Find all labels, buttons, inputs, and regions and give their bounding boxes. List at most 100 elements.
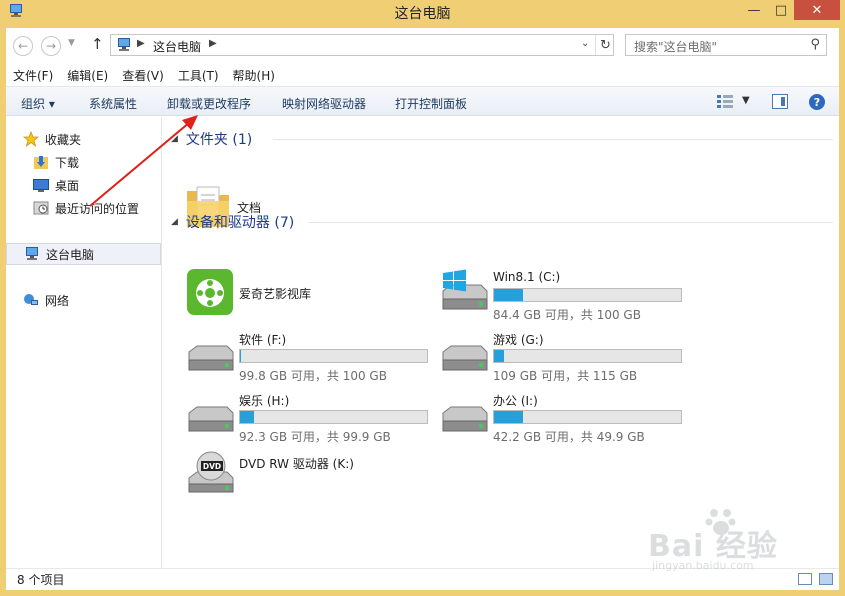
hard-drive-icon [188, 345, 234, 371]
chevron-right-icon[interactable]: ▶ [209, 38, 217, 49]
item-name: 娱乐 (H:) [239, 394, 290, 408]
nav-label: 这台电脑 [46, 247, 95, 262]
watermark-url: jingyan.baidu.com [652, 559, 754, 572]
capacity-bar [239, 410, 428, 424]
hard-drive-icon [442, 345, 488, 371]
recent-locations-chevron-icon[interactable]: ▼ [68, 38, 75, 48]
nav-label: 下载 [55, 155, 80, 170]
system-properties-button[interactable]: 系统属性 [89, 95, 137, 112]
item-name: 爱奇艺影视库 [239, 287, 312, 301]
chevron-down-icon[interactable]: ▼ [742, 95, 750, 106]
item-name: 软件 (F:) [239, 333, 287, 347]
item-name: 办公 (I:) [493, 394, 538, 408]
forward-button[interactable]: → [41, 36, 61, 56]
free-space-text: 109 GB 可用，共 115 GB [493, 369, 638, 383]
nav-item-recent-places[interactable]: 最近访问的位置 [6, 197, 161, 219]
up-arrow-icon[interactable]: ↑ [91, 35, 104, 53]
open-control-panel-button[interactable]: 打开控制面板 [395, 95, 467, 112]
capacity-fill [494, 289, 524, 301]
nav-label: 收藏夹 [45, 132, 82, 147]
minimize-button[interactable]: — [740, 0, 768, 20]
nav-item-network[interactable]: 网络 [6, 289, 161, 311]
breadcrumb-this-pc[interactable]: 这台电脑 [153, 38, 201, 55]
item-name: 游戏 (G:) [493, 333, 544, 347]
windows-drive-icon [442, 269, 488, 310]
group-header-folders[interactable]: ◢ 文件夹 (1) [171, 129, 252, 149]
arrow-left-icon: ← [17, 39, 29, 53]
map-network-drive-button[interactable]: 映射网络驱动器 [282, 95, 366, 112]
star-icon [23, 131, 39, 147]
organize-button[interactable]: 组织 ▾ [21, 95, 55, 112]
navigation-pane: 收藏夹 下载 桌面 最近访问的位置 这台电脑 网络 [6, 117, 162, 568]
large-icons-view-icon[interactable] [819, 573, 833, 585]
desktop-icon [33, 179, 49, 192]
computer-icon [118, 38, 130, 51]
help-icon[interactable]: ? [809, 94, 825, 110]
chevron-right-icon[interactable]: ▶ [137, 38, 145, 49]
address-bar[interactable]: ▶ 这台电脑 ▶ ⌄ ↻ [110, 34, 614, 56]
baidu-watermark: Bai 经验 jingyan.baidu.com [648, 505, 808, 575]
group-header-devices[interactable]: ◢ 设备和驱动器 (7) [171, 212, 294, 232]
window-title: 这台电脑 [394, 6, 451, 22]
menu-view[interactable]: 查看(V) [122, 67, 164, 84]
download-folder-icon [34, 156, 48, 169]
back-button[interactable]: ← [13, 36, 33, 56]
command-bar: 组织 ▾ 系统属性 卸载或更改程序 映射网络驱动器 打开控制面板 ▼ ? [6, 86, 839, 116]
uninstall-program-button[interactable]: 卸载或更改程序 [167, 95, 251, 112]
iqiyi-app-icon [187, 269, 233, 315]
device-tile-f-drive[interactable]: 软件 (F:) 99.8 GB 可用，共 100 GB [185, 328, 435, 383]
dvd-drive-icon: DVD [188, 451, 234, 493]
nav-label: 最近访问的位置 [55, 201, 140, 216]
hard-drive-icon [188, 406, 234, 432]
device-tile-h-drive[interactable]: 娱乐 (H:) 92.3 GB 可用，共 99.9 GB [185, 389, 435, 444]
free-space-text: 42.2 GB 可用，共 49.9 GB [493, 430, 645, 444]
nav-label: 桌面 [55, 178, 80, 193]
close-button[interactable]: ✕ [794, 0, 840, 20]
content-pane: ◢ 文件夹 (1) 文档 ◢ 设备和驱动器 (7) 爱奇艺影视库 Win8.1 … [163, 117, 839, 568]
search-placeholder: 搜索"这台电脑" [634, 40, 718, 54]
group-title: 文件夹 (1) [185, 132, 253, 148]
divider [309, 222, 833, 223]
free-space-text: 99.8 GB 可用，共 100 GB [239, 369, 387, 383]
nav-item-favorites[interactable]: 收藏夹 [6, 128, 161, 150]
device-tile-iqiyi[interactable]: 爱奇艺影视库 [185, 267, 385, 319]
menu-file[interactable]: 文件(F) [13, 67, 53, 84]
view-options-icon[interactable] [717, 95, 733, 109]
menu-tools[interactable]: 工具(T) [178, 67, 219, 84]
nav-label: 网络 [45, 293, 70, 308]
search-icon[interactable]: ⚲ [810, 37, 820, 52]
capacity-fill [240, 411, 255, 423]
menu-help[interactable]: 帮助(H) [233, 67, 275, 84]
search-input[interactable]: 搜索"这台电脑" ⚲ [625, 34, 827, 56]
chevron-down-icon[interactable]: ⌄ [581, 38, 589, 49]
device-tile-g-drive[interactable]: 游戏 (G:) 109 GB 可用，共 115 GB [439, 328, 689, 383]
item-count: 8 个项目 [17, 573, 65, 587]
menu-edit[interactable]: 编辑(E) [67, 67, 108, 84]
collapse-triangle-icon[interactable]: ◢ [171, 134, 178, 144]
capacity-fill [494, 350, 504, 362]
nav-item-this-pc[interactable]: 这台电脑 [6, 243, 161, 265]
capacity-bar [239, 349, 428, 363]
device-tile-c-drive[interactable]: Win8.1 (C:) 84.4 GB 可用，共 100 GB [439, 267, 689, 322]
capacity-bar [493, 288, 682, 302]
capacity-bar [493, 349, 682, 363]
preview-pane-icon[interactable] [772, 94, 788, 109]
refresh-icon[interactable]: ↻ [595, 35, 615, 55]
computer-icon [26, 247, 38, 260]
capacity-fill [494, 411, 523, 423]
item-name: DVD RW 驱动器 (K:) [239, 457, 354, 471]
nav-item-desktop[interactable]: 桌面 [6, 174, 161, 196]
recent-places-icon [33, 201, 49, 215]
address-row: ← → ▼ ↑ ▶ 这台电脑 ▶ ⌄ ↻ 搜索"这台电脑" ⚲ [6, 28, 839, 62]
hard-drive-icon [442, 406, 488, 432]
arrow-right-icon: → [45, 39, 57, 53]
device-tile-dvd-drive[interactable]: DVD DVD RW 驱动器 (K:) [185, 448, 435, 500]
device-tile-i-drive[interactable]: 办公 (I:) 42.2 GB 可用，共 49.9 GB [439, 389, 689, 444]
collapse-triangle-icon[interactable]: ◢ [171, 217, 178, 227]
free-space-text: 84.4 GB 可用，共 100 GB [493, 308, 641, 322]
menu-bar: 文件(F) 编辑(E) 查看(V) 工具(T) 帮助(H) [6, 64, 839, 86]
nav-item-downloads[interactable]: 下载 [6, 151, 161, 173]
title-bar[interactable]: 这台电脑 — □ ✕ [0, 0, 845, 24]
item-name: Win8.1 (C:) [493, 270, 561, 284]
maximize-button[interactable]: □ [768, 0, 794, 20]
